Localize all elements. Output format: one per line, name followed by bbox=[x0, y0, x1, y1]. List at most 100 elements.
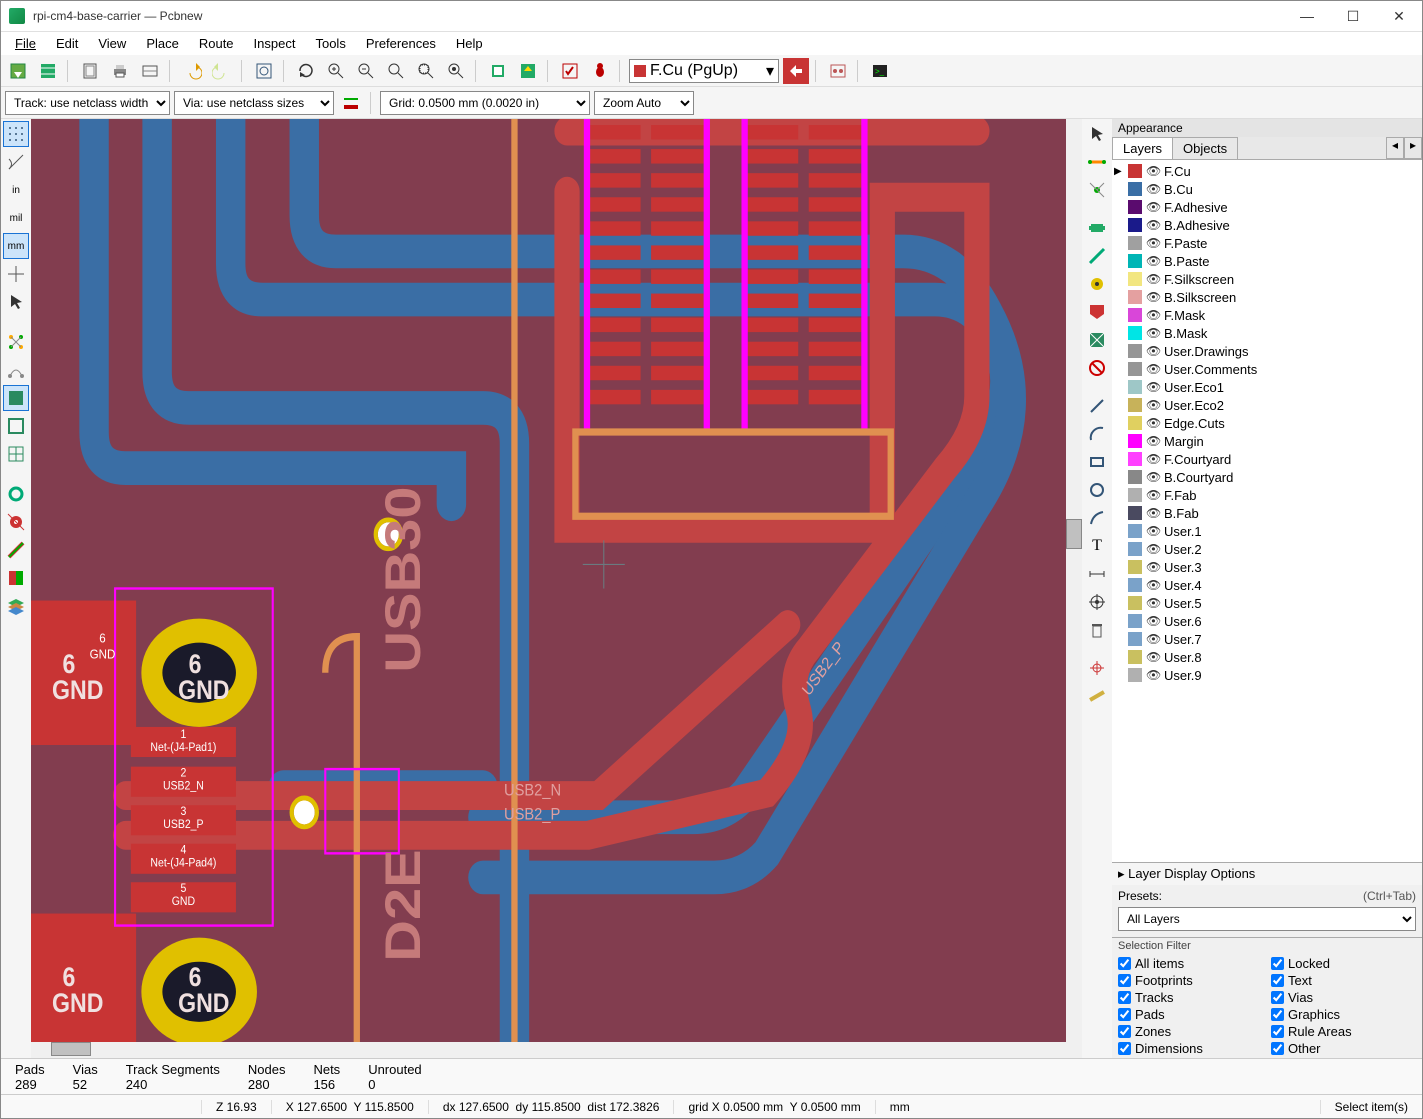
place-arc-button[interactable] bbox=[1084, 421, 1110, 447]
layer-swatch[interactable] bbox=[1128, 218, 1142, 232]
eye-icon[interactable]: 👁 bbox=[1146, 200, 1160, 214]
hi-contrast-button[interactable] bbox=[3, 565, 29, 591]
layer-swatch[interactable] bbox=[1128, 362, 1142, 376]
layer-row-b-cu[interactable]: 👁 B.Cu bbox=[1112, 180, 1422, 198]
grid-toggle-button[interactable] bbox=[3, 121, 29, 147]
layer-row-b-fab[interactable]: 👁 B.Fab bbox=[1112, 504, 1422, 522]
drc-button[interactable] bbox=[557, 58, 583, 84]
layer-swatch[interactable] bbox=[1128, 398, 1142, 412]
eye-icon[interactable]: 👁 bbox=[1146, 398, 1160, 412]
menu-file[interactable]: File bbox=[5, 34, 46, 53]
eye-icon[interactable]: 👁 bbox=[1146, 614, 1160, 628]
eye-icon[interactable]: 👁 bbox=[1146, 560, 1160, 574]
layer-swatch[interactable] bbox=[1128, 506, 1142, 520]
zone-display-button[interactable] bbox=[3, 385, 29, 411]
save-button[interactable] bbox=[5, 58, 31, 84]
layer-row-b-paste[interactable]: 👁 B.Paste bbox=[1112, 252, 1422, 270]
place-rect-button[interactable] bbox=[1084, 449, 1110, 475]
pcb-canvas[interactable]: USB30 D2E USB2_N USB2_P USB2_P 6GND 6GND… bbox=[31, 119, 1082, 1058]
layer-swatch[interactable] bbox=[1128, 668, 1142, 682]
eye-icon[interactable]: 👁 bbox=[1146, 182, 1160, 196]
place-keepout-button[interactable] bbox=[1084, 355, 1110, 381]
filter-graphics[interactable]: Graphics bbox=[1271, 1007, 1416, 1022]
units-mm-button[interactable]: mm bbox=[3, 233, 29, 259]
eye-icon[interactable]: 👁 bbox=[1146, 236, 1160, 250]
zoom-window-button[interactable] bbox=[413, 58, 439, 84]
layer-row-b-courtyard[interactable]: 👁 B.Courtyard bbox=[1112, 468, 1422, 486]
select-tool-button[interactable] bbox=[1084, 121, 1110, 147]
filter-dimensions[interactable]: Dimensions bbox=[1118, 1041, 1263, 1056]
layer-swatch[interactable] bbox=[1128, 236, 1142, 250]
place-text-button[interactable]: T bbox=[1084, 533, 1110, 559]
layer-swatch[interactable] bbox=[1128, 650, 1142, 664]
footprint-editor-button[interactable] bbox=[485, 58, 511, 84]
filter-rule-areas[interactable]: Rule Areas bbox=[1271, 1024, 1416, 1039]
place-rule-area-button[interactable] bbox=[1084, 327, 1110, 353]
eye-icon[interactable]: 👁 bbox=[1146, 218, 1160, 232]
eye-icon[interactable]: 👁 bbox=[1146, 524, 1160, 538]
filter-locked[interactable]: Locked bbox=[1271, 956, 1416, 971]
layer-row-b-mask[interactable]: 👁 B.Mask bbox=[1112, 324, 1422, 342]
place-target-button[interactable] bbox=[1084, 589, 1110, 615]
layer-row-f-mask[interactable]: 👁 F.Mask bbox=[1112, 306, 1422, 324]
eye-icon[interactable]: 👁 bbox=[1146, 650, 1160, 664]
polar-coords-button[interactable] bbox=[3, 149, 29, 175]
layer-row-f-fab[interactable]: 👁 F.Fab bbox=[1112, 486, 1422, 504]
zoom-out-button[interactable] bbox=[353, 58, 379, 84]
tab-objects[interactable]: Objects bbox=[1172, 137, 1238, 159]
highlight-net-button[interactable] bbox=[1084, 149, 1110, 175]
vertical-scrollbar[interactable] bbox=[1066, 119, 1082, 1042]
eye-icon[interactable]: 👁 bbox=[1146, 416, 1160, 430]
eye-icon[interactable]: 👁 bbox=[1146, 434, 1160, 448]
zoom-selection-button[interactable] bbox=[443, 58, 469, 84]
delete-button[interactable] bbox=[1084, 617, 1110, 643]
via-size-dropdown[interactable]: Via: use netclass sizes bbox=[174, 91, 334, 115]
update-pcb-button[interactable] bbox=[515, 58, 541, 84]
layer-row-user-1[interactable]: 👁 User.1 bbox=[1112, 522, 1422, 540]
page-settings-button[interactable] bbox=[77, 58, 103, 84]
filter-vias[interactable]: Vias bbox=[1271, 990, 1416, 1005]
pad-display-button[interactable] bbox=[3, 481, 29, 507]
filter-footprints[interactable]: Footprints bbox=[1118, 973, 1263, 988]
layer-row-margin[interactable]: 👁 Margin bbox=[1112, 432, 1422, 450]
eye-icon[interactable]: 👁 bbox=[1146, 452, 1160, 466]
eye-icon[interactable]: 👁 bbox=[1146, 596, 1160, 610]
layer-swatch[interactable] bbox=[1128, 182, 1142, 196]
layer-row-user-9[interactable]: 👁 User.9 bbox=[1112, 666, 1422, 684]
layer-row-edge-cuts[interactable]: 👁 Edge.Cuts bbox=[1112, 414, 1422, 432]
layer-display-options[interactable]: ▸ Layer Display Options bbox=[1112, 862, 1422, 885]
bug-icon[interactable] bbox=[587, 58, 613, 84]
layer-manager-button[interactable] bbox=[3, 593, 29, 619]
zoom-fit-button[interactable] bbox=[383, 58, 409, 84]
tab-layers[interactable]: Layers bbox=[1112, 137, 1173, 159]
eye-icon[interactable]: 👁 bbox=[1146, 326, 1160, 340]
layer-swatch[interactable] bbox=[1128, 416, 1142, 430]
redo-button[interactable] bbox=[209, 58, 235, 84]
layer-row-f-silkscreen[interactable]: 👁 F.Silkscreen bbox=[1112, 270, 1422, 288]
cursor-shape-button[interactable] bbox=[3, 261, 29, 287]
layer-swatch[interactable] bbox=[1128, 380, 1142, 394]
layer-swatch[interactable] bbox=[1128, 578, 1142, 592]
track-width-dropdown[interactable]: Track: use netclass width bbox=[5, 91, 170, 115]
layer-swatch[interactable] bbox=[1128, 596, 1142, 610]
place-zone-button[interactable] bbox=[1084, 299, 1110, 325]
layer-row-user-4[interactable]: 👁 User.4 bbox=[1112, 576, 1422, 594]
track-display-button[interactable] bbox=[3, 537, 29, 563]
eye-icon[interactable]: 👁 bbox=[1146, 488, 1160, 502]
local-ratsnest-button[interactable] bbox=[1084, 177, 1110, 203]
tab-nav-right[interactable]: ▸ bbox=[1404, 137, 1422, 159]
menu-tools[interactable]: Tools bbox=[305, 34, 355, 53]
layer-row-f-cu[interactable]: 👁 F.Cu bbox=[1112, 162, 1422, 180]
filter-other[interactable]: Other bbox=[1271, 1041, 1416, 1056]
layer-swatch[interactable] bbox=[1128, 254, 1142, 268]
layer-row-user-6[interactable]: 👁 User.6 bbox=[1112, 612, 1422, 630]
cursor-icon[interactable] bbox=[3, 289, 29, 315]
eye-icon[interactable]: 👁 bbox=[1146, 362, 1160, 376]
units-inch-button[interactable]: in bbox=[3, 177, 29, 203]
menu-preferences[interactable]: Preferences bbox=[356, 34, 446, 53]
layer-swatch[interactable] bbox=[1128, 308, 1142, 322]
board-setup-button[interactable] bbox=[35, 58, 61, 84]
filter-zones[interactable]: Zones bbox=[1118, 1024, 1263, 1039]
layer-row-user-2[interactable]: 👁 User.2 bbox=[1112, 540, 1422, 558]
place-dimension-button[interactable] bbox=[1084, 561, 1110, 587]
